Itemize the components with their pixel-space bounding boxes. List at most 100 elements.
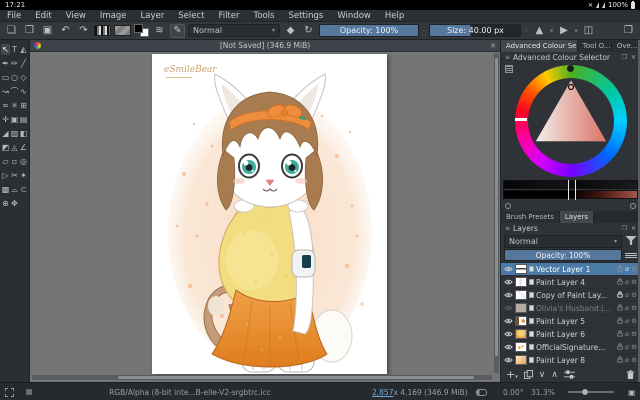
multibrush-tool[interactable]: ✳	[10, 100, 19, 111]
foreground-color[interactable]	[134, 24, 143, 33]
layer-row[interactable]: Paint Layer 5 α ⚙	[501, 315, 640, 328]
chevron-down-icon[interactable]: ▾	[550, 27, 554, 35]
freehand-path-tool[interactable]: ∿	[19, 86, 28, 97]
horizontal-mirror-button[interactable]: ▲	[532, 24, 547, 38]
edit-brush-settings-button[interactable]: ✎	[170, 24, 185, 38]
bezier-select-tool[interactable]: ⌓	[10, 184, 19, 195]
contiguous-select-tool[interactable]: ✶	[19, 170, 28, 181]
inherit-alpha-icon[interactable]: α	[625, 304, 629, 312]
visibility-eye-icon[interactable]	[504, 330, 513, 339]
color-history-button[interactable]	[505, 203, 511, 209]
new-document-button[interactable]: ❏	[4, 24, 19, 38]
layer-properties-icon[interactable]: ⚙	[631, 317, 637, 325]
fit-page-button[interactable]: ▣	[628, 383, 636, 400]
layer-row[interactable]: Paint Layer 8 α ⚙	[501, 354, 640, 367]
layer-properties-icon[interactable]: ⚙	[631, 330, 637, 338]
rectangle-tool[interactable]: ▭	[1, 72, 10, 83]
lock-icon[interactable]	[617, 265, 623, 274]
filter-icon[interactable]	[625, 236, 637, 246]
layer-options-icon[interactable]	[625, 253, 637, 258]
layer-properties-button[interactable]	[564, 370, 575, 379]
docker-menu-icon[interactable]: ≡	[505, 54, 510, 61]
inherit-alpha-icon[interactable]: α	[625, 356, 629, 364]
menu-view[interactable]: View	[59, 11, 93, 21]
menu-window[interactable]: Window	[330, 11, 378, 21]
redo-button[interactable]: ↷	[76, 24, 91, 38]
text-tool[interactable]: T	[10, 44, 19, 55]
pan-tool[interactable]: ✥	[10, 198, 19, 209]
layer-row[interactable]: OfficialSignature... α ⚙	[501, 341, 640, 354]
zoom-tool[interactable]: ⊕	[1, 198, 10, 209]
proofing-button[interactable]	[26, 383, 32, 400]
chevron-down-icon[interactable]: ▾	[574, 27, 578, 35]
lock-icon[interactable]	[617, 304, 623, 313]
fill-tool[interactable]: ◧	[19, 128, 28, 139]
tab-tool-o[interactable]: Tool O...	[578, 40, 612, 52]
rect-select-tool[interactable]: ▫	[10, 156, 19, 167]
duplicate-layer-button[interactable]	[524, 370, 533, 379]
calligraphy-tool[interactable]: ✒	[1, 58, 10, 69]
menu-edit[interactable]: Edit	[28, 11, 58, 21]
choose-workspace-button[interactable]: ❒	[621, 24, 636, 38]
bezier-curve-tool[interactable]: ⌒	[10, 86, 19, 97]
reload-preset-button[interactable]: ↻	[301, 24, 316, 38]
visibility-eye-icon[interactable]	[504, 304, 513, 313]
transform-tool[interactable]: ⊞	[19, 100, 28, 111]
layer-properties-icon[interactable]: ⚙	[631, 265, 637, 273]
move-layer-down-button[interactable]: ∨	[539, 370, 546, 380]
polygon-tool[interactable]: ◇	[19, 72, 28, 83]
menu-file[interactable]: File	[0, 11, 28, 21]
layer-row[interactable]: Copy of Paint Lay... α ⚙	[501, 289, 640, 302]
brush-blending-mode-dropdown[interactable]: Normal▾	[188, 24, 280, 37]
menu-layer[interactable]: Layer	[134, 11, 172, 21]
inherit-alpha-icon[interactable]: α	[625, 291, 629, 299]
visibility-eye-icon[interactable]	[504, 356, 513, 365]
inherit-alpha-icon[interactable]: α	[625, 330, 629, 338]
eraser-mode-button[interactable]: ◆	[283, 24, 298, 38]
sv-triangle[interactable]	[515, 65, 627, 177]
tab-brush-presets[interactable]: Brush Presets	[501, 211, 560, 223]
add-layer-button[interactable]: +▾	[506, 368, 518, 381]
dimensions-link[interactable]: 2,857	[372, 388, 393, 397]
lock-icon[interactable]	[617, 356, 623, 365]
dynamic-brush-tool[interactable]: ≈	[1, 100, 10, 111]
float-docker-icon[interactable]: ❐	[622, 54, 627, 61]
visibility-eye-icon[interactable]	[504, 278, 513, 287]
inherit-alpha-icon[interactable]: α	[625, 278, 629, 286]
selector-settings-icon[interactable]	[505, 65, 513, 73]
layer-properties-icon[interactable]: ⚙	[631, 356, 637, 364]
shade-strip-2[interactable]	[503, 190, 638, 199]
move-layer-up-button[interactable]: ∧	[551, 370, 558, 380]
hscroll-thumb[interactable]	[117, 375, 475, 380]
canvas-area[interactable]: [Not Saved] (346.9 MiB) ✕	[30, 40, 500, 382]
smart-patch-tool[interactable]: ◩	[1, 142, 10, 153]
outline-select-tool[interactable]: ✂	[10, 170, 19, 181]
edit-shapes-tool[interactable]: ◭	[19, 44, 28, 55]
menu-help[interactable]: Help	[378, 11, 411, 21]
wrap-around-mode-button[interactable]: ◫	[581, 24, 596, 38]
horizontal-scrollbar[interactable]	[32, 375, 492, 380]
shade-selector[interactable]	[503, 180, 638, 201]
layer-properties-icon[interactable]: ⚙	[631, 278, 637, 286]
visibility-eye-icon[interactable]	[504, 343, 513, 352]
menu-filter[interactable]: Filter	[211, 11, 246, 21]
close-docker-icon[interactable]: ✕	[631, 225, 636, 232]
zoom-slider-knob[interactable]	[582, 389, 588, 395]
similar-select-tool[interactable]: ▩	[1, 184, 10, 195]
tab-layers[interactable]: Layers	[560, 211, 594, 223]
color-sampler-tool[interactable]: ◢	[1, 128, 10, 139]
measure-tool[interactable]: ∠	[19, 142, 28, 153]
close-icon[interactable]: ✕	[490, 42, 496, 50]
freehand-brush-tool[interactable]: ✏	[10, 58, 19, 69]
wheel-handle[interactable]	[567, 65, 574, 72]
polyline-tool[interactable]: ↝	[1, 86, 10, 97]
assistants-tool[interactable]: ◬	[10, 142, 19, 153]
menu-tools[interactable]: Tools	[247, 11, 282, 21]
save-button[interactable]: ▣	[40, 24, 55, 38]
selection-display-mode-button[interactable]	[5, 383, 14, 400]
advanced-color-selector[interactable]	[501, 63, 640, 180]
move-tool[interactable]: ✛	[1, 114, 10, 125]
ellipse-tool[interactable]: ○	[10, 72, 19, 83]
line-tool[interactable]: ╱	[19, 58, 28, 69]
lock-icon[interactable]	[617, 343, 623, 352]
